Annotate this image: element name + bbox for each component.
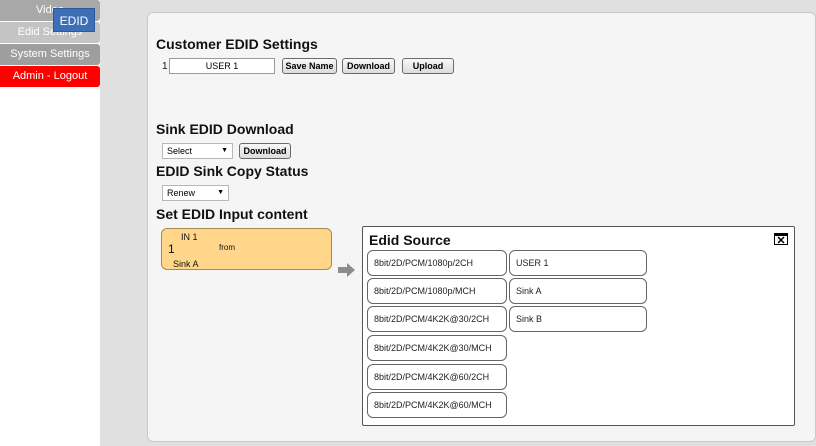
sink-select-value: Select xyxy=(167,146,193,156)
edid-source-panel: Edid Source 8bit/2D/PCM/1080p/2CH 8bit/2… xyxy=(362,226,795,426)
sink-download-heading: Sink EDID Download xyxy=(156,121,294,137)
save-name-button[interactable]: Save Name xyxy=(282,58,337,74)
source-item-sink-a[interactable]: Sink A xyxy=(509,278,647,304)
sink-copy-heading: EDID Sink Copy Status xyxy=(156,163,309,179)
nav-system-settings[interactable]: System Settings xyxy=(0,44,100,65)
format-item[interactable]: 8bit/2D/PCM/1080p/MCH xyxy=(367,278,507,304)
copy-status-value: Renew xyxy=(167,188,196,198)
source-item-sink-b[interactable]: Sink B xyxy=(509,306,647,332)
chevron-down-icon: ▼ xyxy=(221,147,228,154)
from-label: from xyxy=(219,243,235,252)
customer-download-button[interactable]: Download xyxy=(342,58,395,74)
chevron-down-icon: ▼ xyxy=(217,189,224,196)
source-item-user1[interactable]: USER 1 xyxy=(509,250,647,276)
input-1-card[interactable]: IN 1 1 from Sink A xyxy=(161,228,332,270)
input-number: 1 xyxy=(168,242,175,256)
format-item[interactable]: 8bit/2D/PCM/4K2K@60/2CH xyxy=(367,364,507,390)
input-content-heading: Set EDID Input content xyxy=(156,206,308,222)
edid-source-heading: Edid Source xyxy=(369,232,451,248)
format-item[interactable]: 8bit/2D/PCM/4K2K@30/MCH xyxy=(367,335,507,361)
copy-status-select[interactable]: Renew ▼ xyxy=(162,185,229,201)
upload-button[interactable]: Upload xyxy=(402,58,454,74)
input-label: IN 1 xyxy=(181,232,198,242)
customer-name-input[interactable]: USER 1 xyxy=(169,58,275,74)
sink-download-button[interactable]: Download xyxy=(239,143,291,159)
format-item[interactable]: 8bit/2D/PCM/4K2K@60/MCH xyxy=(367,392,507,418)
close-icon[interactable] xyxy=(774,233,788,245)
format-item[interactable]: 8bit/2D/PCM/4K2K@30/2CH xyxy=(367,306,507,332)
customer-index: 1 xyxy=(162,61,168,72)
customer-edid-heading: Customer EDID Settings xyxy=(156,36,318,52)
sink-select[interactable]: Select ▼ xyxy=(162,143,233,159)
arrow-right-icon xyxy=(338,263,355,277)
nav-admin-logout[interactable]: Admin - Logout xyxy=(0,66,100,87)
input-source-value: Sink A xyxy=(173,259,199,269)
tab-edid[interactable]: EDID xyxy=(53,8,95,32)
format-item[interactable]: 8bit/2D/PCM/1080p/2CH xyxy=(367,250,507,276)
